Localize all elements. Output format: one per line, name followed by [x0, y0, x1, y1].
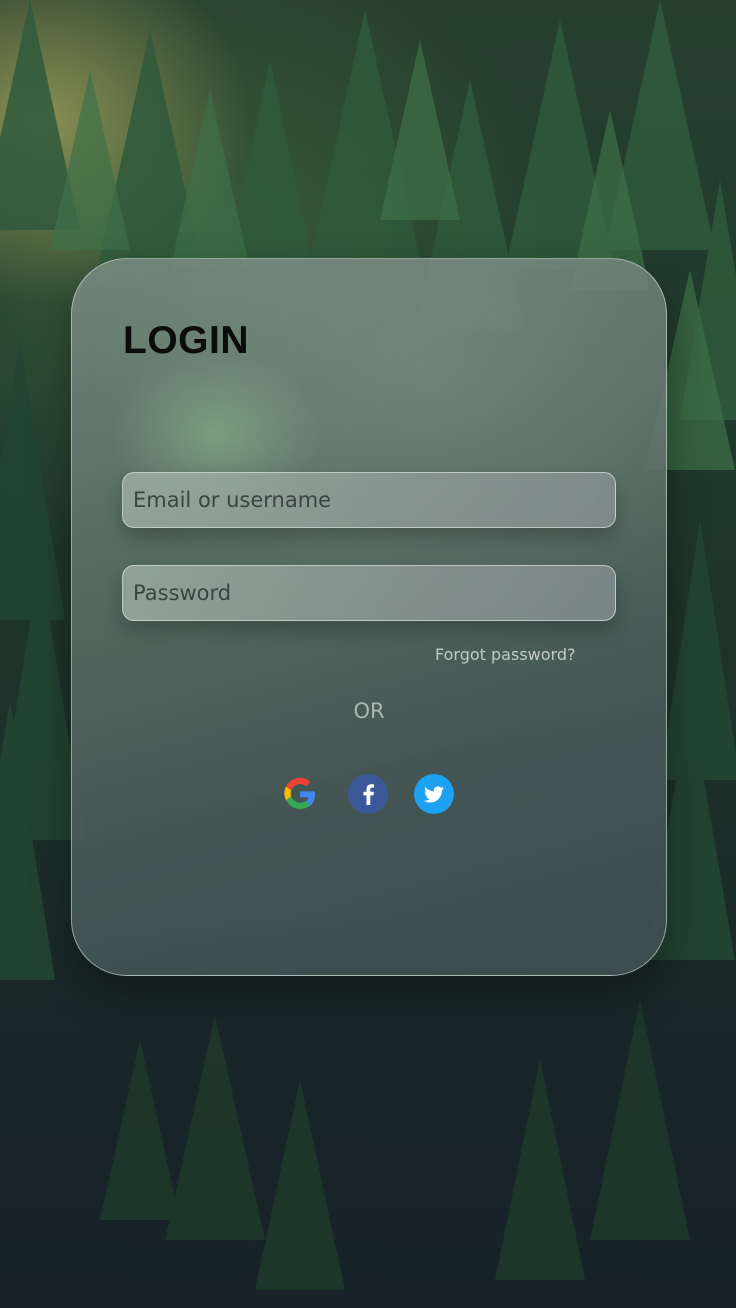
google-icon	[284, 777, 315, 809]
or-divider: OR	[353, 699, 385, 723]
login-title: LOGIN	[123, 319, 249, 362]
login-card: LOGIN Forgot password? OR	[71, 258, 667, 976]
facebook-icon	[363, 784, 374, 805]
forgot-password-link[interactable]: Forgot password?	[435, 645, 575, 664]
email-field[interactable]	[122, 472, 616, 528]
password-field[interactable]	[122, 565, 616, 621]
email-input[interactable]	[123, 473, 615, 527]
password-input[interactable]	[123, 566, 615, 620]
facebook-login-button[interactable]	[348, 774, 388, 814]
twitter-icon	[423, 786, 444, 803]
twitter-login-button[interactable]	[414, 774, 454, 814]
google-login-button[interactable]	[280, 774, 320, 814]
